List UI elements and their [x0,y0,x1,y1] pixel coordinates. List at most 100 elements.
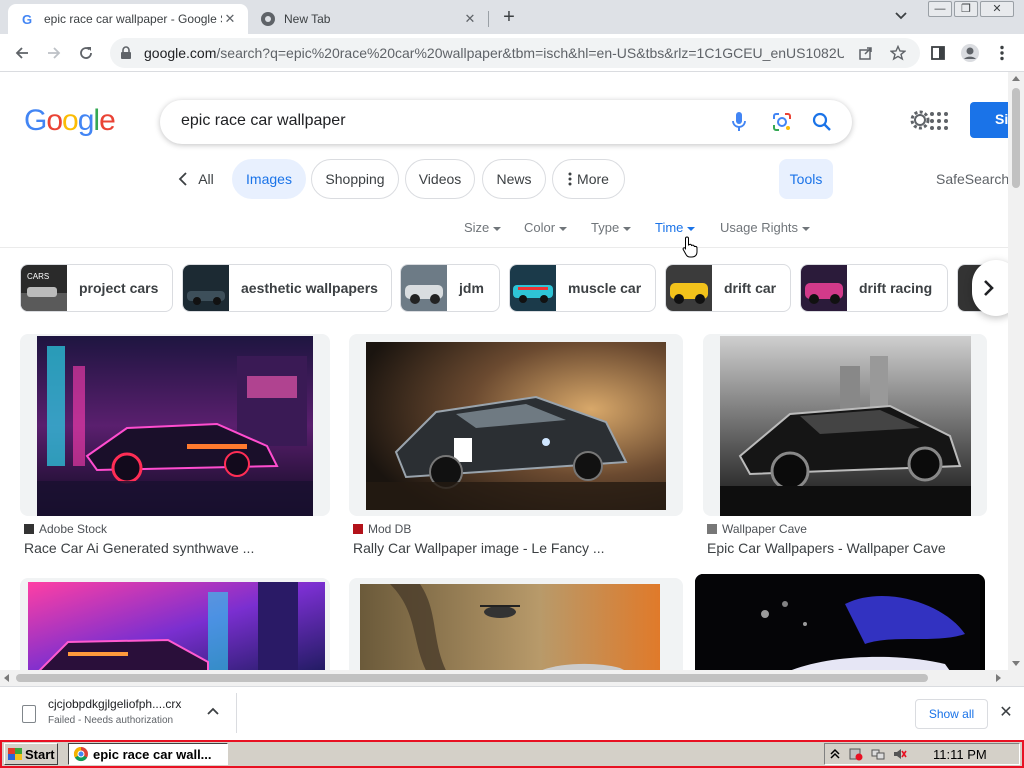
security-alert-icon[interactable] [849,747,863,761]
svg-text:G: G [22,12,32,26]
related-label: drift car [724,280,777,296]
google-lens-icon[interactable] [771,111,793,133]
start-button[interactable]: Start [4,743,58,765]
show-all-downloads-button[interactable]: Show all [915,699,988,729]
chevron-left-icon [178,172,187,186]
scroll-down-arrow-icon[interactable] [1012,661,1020,666]
tool-type[interactable]: Type [591,220,632,235]
result-source[interactable]: Wallpaper Cave [707,522,807,536]
result-title[interactable]: Race Car Ai Generated synthwave ... [24,540,254,556]
profile-avatar-icon[interactable] [960,43,980,63]
scroll-left-arrow-icon[interactable] [4,674,9,682]
hand-cursor-icon [682,236,698,258]
search-box[interactable]: epic race car wallpaper [160,100,852,144]
taskbar-clock[interactable]: 11:11 PM [933,747,987,762]
vertical-scrollbar[interactable] [1008,72,1024,670]
vertical-scroll-thumb[interactable] [1012,88,1020,188]
tab-new-tab[interactable]: New Tab ✕ [250,4,488,34]
download-filename[interactable]: cjcjobpdkgjlgeliofph....crx [48,697,181,711]
settings-gear-icon[interactable] [908,108,932,132]
more-vertical-icon [568,172,572,186]
close-window-icon[interactable]: ✕ [980,1,1014,17]
result-image [360,584,660,670]
related-thumbnail [666,265,712,311]
related-chip[interactable]: muscle car [509,264,656,312]
bookmark-star-icon[interactable] [888,43,908,63]
google-favicon-icon: G [20,11,36,27]
related-chip[interactable]: drift car [665,264,791,312]
filter-images[interactable]: Images [232,159,306,199]
result-image-frame[interactable] [20,578,330,670]
page-content: Google epic race car wallpaper Si All Im… [0,72,1008,670]
horizontal-scrollbar[interactable] [0,670,1024,686]
microphone-icon[interactable] [728,111,750,133]
tab-search-chevron-icon[interactable] [894,8,914,26]
close-download-bar-icon[interactable]: ✕ [998,705,1014,721]
result-image-frame[interactable] [695,574,985,670]
google-logo[interactable]: Google [24,104,116,138]
volume-muted-icon[interactable] [893,747,907,761]
side-panel-icon[interactable] [928,43,948,63]
tool-usage-rights[interactable]: Usage Rights [720,220,811,235]
search-input[interactable]: epic race car wallpaper [181,112,346,130]
tools-row: Size Color Type Time Usage Rights [0,220,1008,238]
related-thumbnail [401,265,447,311]
tool-time[interactable]: Time [655,220,696,235]
tray-expand-icon[interactable] [829,747,843,761]
network-icon[interactable] [871,747,885,761]
back-to-all-button[interactable]: All [166,159,226,199]
related-next-button[interactable] [972,260,1008,316]
search-icon[interactable] [811,111,833,133]
tools-button[interactable]: Tools [779,159,833,199]
scroll-right-arrow-icon[interactable] [996,674,1001,682]
chrome-menu-icon[interactable] [992,43,1012,63]
related-chip[interactable]: drift racing [800,264,948,312]
forward-arrow-icon[interactable] [44,43,64,63]
related-chip[interactable]: aesthetic wallpapers [182,264,392,312]
related-chip[interactable]: CARS project cars [20,264,173,312]
result-image [28,582,325,670]
filter-more[interactable]: More [552,159,625,199]
new-tab-plus-icon[interactable]: + [498,6,520,28]
download-options-chevron-icon[interactable] [206,705,220,719]
related-label: project cars [79,280,159,296]
horizontal-scroll-thumb[interactable] [16,674,928,682]
result-image-frame[interactable] [20,334,330,516]
result-image-frame[interactable] [349,578,683,670]
result-title[interactable]: Epic Car Wallpapers - Wallpaper Cave [707,540,946,556]
share-icon[interactable] [856,43,876,63]
download-bar: cjcjobpdkgjlgeliofph....crx Failed - Nee… [0,686,1024,740]
tab-close-icon[interactable]: ✕ [222,11,238,27]
tool-size[interactable]: Size [464,220,502,235]
reload-icon[interactable] [76,43,96,63]
result-image-frame[interactable] [703,334,987,516]
lock-icon [120,46,134,60]
safesearch-button[interactable]: SafeSearch [936,171,1008,187]
sign-in-button[interactable]: Si [970,102,1008,138]
google-apps-grid-icon[interactable] [930,112,948,130]
back-arrow-icon[interactable] [12,43,32,63]
filter-videos[interactable]: Videos [405,159,475,199]
result-source[interactable]: Mod DB [353,522,411,536]
result-image-frame[interactable] [349,334,683,516]
tab-title: epic race car wallpaper - Google Se [44,12,222,26]
restore-window-icon[interactable]: ❐ [954,1,978,17]
header-divider [0,247,1008,248]
chrome-icon [73,746,88,762]
filter-news[interactable]: News [482,159,546,199]
result-image [695,574,980,670]
minimize-window-icon[interactable]: — [928,1,952,17]
taskbar-chrome-window[interactable]: epic race car wall... [68,743,228,765]
tab-google-search[interactable]: G epic race car wallpaper - Google Se ✕ [8,4,248,34]
result-title[interactable]: Rally Car Wallpaper image - Le Fancy ... [353,540,605,556]
tool-color[interactable]: Color [524,220,568,235]
wallpaper-cave-favicon-icon [707,524,717,534]
tab-close-icon[interactable]: ✕ [462,11,478,27]
filter-shopping[interactable]: Shopping [311,159,399,199]
file-icon [22,705,36,723]
related-chip[interactable]: jdm [400,264,500,312]
url-text: google.com/search?q=epic%20race%20car%20… [144,45,844,61]
result-source[interactable]: Adobe Stock [24,522,107,536]
scroll-up-arrow-icon[interactable] [1012,76,1020,81]
address-bar[interactable]: google.com/search?q=epic%20race%20car%20… [110,38,920,68]
